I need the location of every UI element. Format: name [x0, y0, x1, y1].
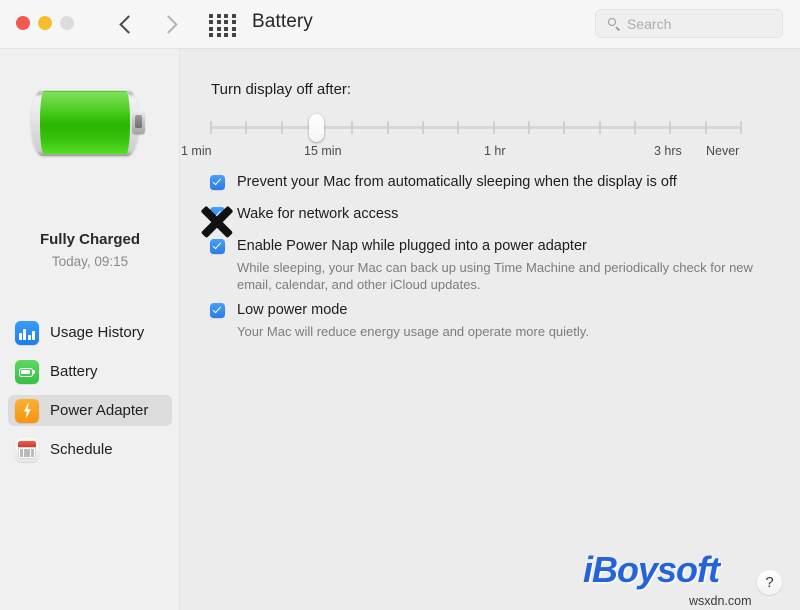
slider-tick	[528, 121, 530, 134]
search-input[interactable]	[627, 15, 767, 32]
display-sleep-slider[interactable]	[210, 114, 742, 142]
slider-tick	[740, 121, 742, 134]
option-label: Wake for network access	[237, 206, 399, 222]
battery-icon	[15, 359, 39, 384]
slider-tick-label: 3 hrs	[654, 144, 682, 158]
battery-status-detail: Today, 09:15	[51, 254, 129, 269]
slider-tick	[386, 121, 389, 134]
slider-tick	[422, 121, 424, 134]
option-description: Your Mac will reduce energy usage and op…	[237, 324, 589, 339]
traffic-light-buttons	[16, 16, 74, 30]
battery-status-title: Fully Charged	[39, 231, 140, 248]
option-prevent-sleep[interactable]: Prevent your Mac from automatically slee…	[210, 173, 780, 192]
slider-tick-labels: 1 min 15 min 1 hr 3 hrs Never	[181, 144, 741, 162]
slider-tick	[280, 121, 283, 134]
sidebar-item-label: Usage History	[50, 324, 145, 341]
search-field[interactable]	[595, 9, 783, 38]
slider-tick-label: Never	[706, 144, 740, 158]
option-label: Enable Power Nap while plugged into a po…	[237, 238, 587, 254]
option-wake-for-network[interactable]: Wake for network access	[210, 205, 780, 224]
back-button[interactable]	[111, 9, 141, 39]
sidebar-item-label: Power Adapter	[50, 402, 149, 419]
forward-button[interactable]	[155, 9, 185, 39]
checkbox[interactable]	[210, 207, 225, 222]
sidebar-item-usage-history[interactable]: Usage History	[8, 317, 172, 348]
main-content: Turn display off after: 1 min 15 min 1 hr 3…	[181, 49, 800, 610]
display-off-label: Turn display off after:	[211, 81, 352, 98]
slider-tick	[704, 121, 707, 134]
slider-tick	[210, 121, 212, 134]
close-button[interactable]	[16, 16, 30, 30]
bar-chart-icon	[15, 320, 39, 345]
slider-tick-label: 15 min	[304, 144, 342, 158]
sidebar: Fully Charged Today, 09:15 Usage History…	[0, 49, 180, 610]
chevron-right-icon	[158, 14, 178, 34]
chevron-left-icon	[118, 14, 138, 34]
battery-full-green-icon	[31, 89, 149, 156]
checkbox[interactable]	[210, 175, 225, 190]
search-icon	[608, 17, 620, 30]
zoom-button[interactable]	[60, 16, 74, 30]
option-low-power-mode[interactable]: Low power mode	[210, 301, 780, 320]
checkbox[interactable]	[210, 239, 225, 254]
title-bar: Battery	[0, 0, 800, 49]
minimize-button[interactable]	[38, 16, 52, 30]
option-label: Prevent your Mac from automatically slee…	[237, 174, 677, 190]
battery-preferences-window: Battery Fully Charged Today, 09:15 Usage…	[0, 0, 800, 610]
checkbox[interactable]	[210, 303, 225, 318]
lightning-bolt-icon	[15, 398, 39, 423]
sidebar-item-battery[interactable]: Battery	[8, 356, 172, 387]
option-label: Low power mode	[237, 302, 348, 318]
help-button[interactable]: ?	[757, 570, 782, 595]
sidebar-item-label: Battery	[50, 363, 98, 380]
sidebar-nav-list: Usage History Battery Power Adapter Sche…	[0, 317, 180, 473]
slider-thumb[interactable]	[309, 114, 324, 142]
calendar-icon	[15, 437, 39, 462]
options-list: Prevent your Mac from automatically slee…	[210, 173, 780, 340]
option-power-nap[interactable]: Enable Power Nap while plugged into a po…	[210, 237, 780, 256]
slider-tick	[598, 121, 601, 134]
sidebar-item-schedule[interactable]: Schedule	[8, 434, 172, 465]
app-grid-icon[interactable]	[208, 13, 238, 38]
slider-tick	[634, 121, 636, 134]
slider-tick-label: 1 min	[181, 144, 212, 158]
page-title: Battery	[252, 11, 313, 32]
sidebar-item-power-adapter[interactable]: Power Adapter	[8, 395, 172, 426]
slider-tick	[492, 121, 495, 134]
option-description: While sleeping, your Mac can back up usi…	[237, 260, 753, 292]
slider-tick-label: 1 hr	[484, 144, 506, 158]
slider-track	[210, 126, 740, 129]
sidebar-item-label: Schedule	[50, 441, 113, 458]
